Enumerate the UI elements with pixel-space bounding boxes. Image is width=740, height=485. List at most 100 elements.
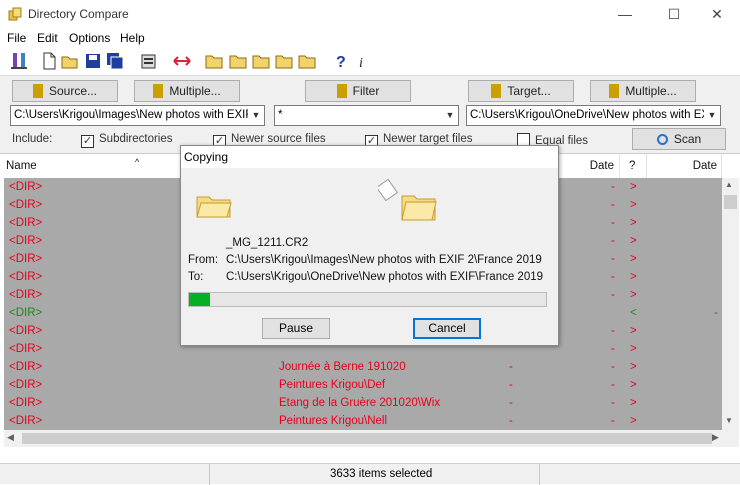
plug-icon bbox=[32, 84, 43, 98]
help-icon[interactable]: ? bbox=[332, 52, 350, 70]
row-name: <DIR> bbox=[9, 361, 43, 373]
plug-icon bbox=[609, 84, 620, 98]
multiple-source-button[interactable]: Multiple... bbox=[134, 80, 240, 102]
context-help-icon[interactable]: i bbox=[354, 52, 372, 70]
row-status: < bbox=[630, 307, 637, 319]
newer-target-label: Newer target files bbox=[383, 133, 473, 145]
newer-source-label: Newer source files bbox=[231, 133, 326, 145]
row-path: Peintures Krigou\Def bbox=[279, 379, 386, 391]
source-button[interactable]: Source... bbox=[12, 80, 118, 102]
row-status: > bbox=[630, 379, 637, 391]
table-row[interactable]: <DIR> Journée à Berne 191020 - - > bbox=[4, 358, 722, 376]
scroll-up-icon[interactable]: ▲ bbox=[725, 180, 733, 189]
chevron-down-icon[interactable]: ▼ bbox=[248, 106, 264, 125]
row-date-target-side: - bbox=[611, 379, 615, 391]
row-date-target-side: - bbox=[611, 217, 615, 229]
target-button[interactable]: Target... bbox=[468, 80, 574, 102]
column-header-status[interactable]: ? bbox=[620, 154, 647, 178]
select-equal-icon[interactable] bbox=[298, 52, 316, 70]
filter-button[interactable]: Filter bbox=[305, 80, 411, 102]
selected-count: 3633 items selected bbox=[330, 468, 433, 480]
menu-options[interactable]: Options bbox=[69, 31, 110, 45]
copy-progress-fill bbox=[189, 293, 211, 306]
scroll-down-icon[interactable]: ▼ bbox=[725, 416, 733, 425]
row-status: > bbox=[630, 361, 637, 373]
close-button[interactable]: ✕ bbox=[694, 0, 740, 29]
save-all-icon[interactable] bbox=[106, 52, 124, 70]
subdirectories-checkbox[interactable]: ✓ Subdirectories bbox=[81, 133, 173, 148]
table-row[interactable]: <DIR> Peintures Krigou\Def - - > bbox=[4, 376, 722, 394]
row-date-target-side: - bbox=[611, 343, 615, 355]
filter-value: * bbox=[278, 109, 283, 121]
sort-arrow-icon: ^ bbox=[135, 157, 140, 167]
svg-text:i: i bbox=[359, 56, 363, 70]
select-new-icon[interactable] bbox=[205, 52, 223, 70]
horizontal-scrollbar[interactable]: ◀ ▶ bbox=[4, 430, 739, 447]
row-name: <DIR> bbox=[9, 343, 43, 355]
row-path: Journée à Berne 191020 bbox=[279, 361, 406, 373]
source-button-label: Source... bbox=[48, 84, 98, 98]
select-unknown-icon[interactable] bbox=[252, 52, 270, 70]
row-date-target-side: - bbox=[611, 181, 615, 193]
scroll-thumb[interactable] bbox=[724, 195, 737, 209]
scroll-right-icon[interactable]: ▶ bbox=[712, 432, 719, 443]
to-label: To: bbox=[188, 271, 204, 283]
dialog-title: Copying bbox=[181, 146, 558, 168]
to-path: C:\Users\Krigou\OneDrive\New photos with… bbox=[226, 271, 544, 283]
column-header-date-target[interactable]: Date bbox=[647, 154, 722, 178]
swap-icon[interactable] bbox=[173, 52, 191, 70]
row-status: > bbox=[630, 199, 637, 211]
properties-icon[interactable] bbox=[140, 52, 158, 70]
scan-button[interactable]: Scan bbox=[632, 128, 726, 150]
row-status: > bbox=[630, 217, 637, 229]
source-path-combo[interactable]: C:\Users\Krigou\Images\New photos with E… bbox=[10, 105, 265, 126]
plug-icon bbox=[153, 84, 164, 98]
vertical-scrollbar[interactable]: ▲ ▼ bbox=[722, 178, 739, 430]
minimize-button[interactable]: — bbox=[602, 0, 648, 29]
row-status: > bbox=[630, 397, 637, 409]
row-status: > bbox=[630, 415, 637, 427]
table-row[interactable]: <DIR> Etang de la Gruère 201020\Wix - - > bbox=[4, 394, 722, 412]
chevron-down-icon[interactable]: ▼ bbox=[442, 106, 458, 125]
open-folder-icon[interactable] bbox=[61, 52, 79, 70]
window-title: Directory Compare bbox=[28, 7, 129, 21]
maximize-button[interactable]: ☐ bbox=[651, 0, 697, 29]
compare-icon[interactable] bbox=[10, 52, 28, 70]
target-path-combo[interactable]: C:\Users\Krigou\OneDrive\New photos with… bbox=[466, 105, 721, 126]
title-bar: Directory Compare — ☐ ✕ bbox=[0, 0, 740, 29]
table-row[interactable]: <DIR> Peintures Krigou\Nell - - > bbox=[4, 412, 722, 430]
menu-help[interactable]: Help bbox=[120, 31, 145, 45]
row-date-target-side: - bbox=[611, 235, 615, 247]
menu-edit[interactable]: Edit bbox=[37, 31, 58, 45]
checkbox-box[interactable]: ✓ bbox=[81, 135, 94, 148]
row-date-target-side: - bbox=[611, 325, 615, 337]
status-cell bbox=[0, 464, 210, 485]
row-status: > bbox=[630, 181, 637, 193]
multiple-target-button[interactable]: Multiple... bbox=[590, 80, 696, 102]
row-date: - bbox=[509, 379, 513, 391]
row-name: <DIR> bbox=[9, 289, 43, 301]
menu-file[interactable]: File bbox=[7, 31, 26, 45]
source-path-value: C:\Users\Krigou\Images\New photos with E… bbox=[14, 109, 262, 121]
row-date-target-side: - bbox=[611, 271, 615, 283]
include-label: Include: bbox=[12, 133, 53, 145]
save-icon[interactable] bbox=[84, 52, 102, 70]
scroll-left-icon[interactable]: ◀ bbox=[7, 432, 14, 443]
row-name: <DIR> bbox=[9, 307, 43, 319]
filter-combo[interactable]: * ▼ bbox=[274, 105, 459, 126]
multiple-target-label: Multiple... bbox=[625, 84, 677, 98]
select-changed-icon[interactable] bbox=[229, 52, 247, 70]
select-older-icon[interactable] bbox=[275, 52, 293, 70]
scroll-thumb-horizontal[interactable] bbox=[22, 433, 712, 444]
row-date-target: - bbox=[714, 307, 718, 319]
copy-progress-bar bbox=[188, 292, 547, 307]
row-name: <DIR> bbox=[9, 235, 43, 247]
cancel-button[interactable]: Cancel bbox=[413, 318, 481, 339]
pause-button[interactable]: Pause bbox=[262, 318, 330, 339]
chevron-down-icon[interactable]: ▼ bbox=[704, 106, 720, 125]
row-date: - bbox=[509, 397, 513, 409]
row-name: <DIR> bbox=[9, 181, 43, 193]
target-path-value: C:\Users\Krigou\OneDrive\New photos with… bbox=[470, 109, 720, 121]
new-file-icon[interactable] bbox=[40, 52, 58, 70]
column-header-date[interactable]: Date bbox=[555, 154, 620, 178]
